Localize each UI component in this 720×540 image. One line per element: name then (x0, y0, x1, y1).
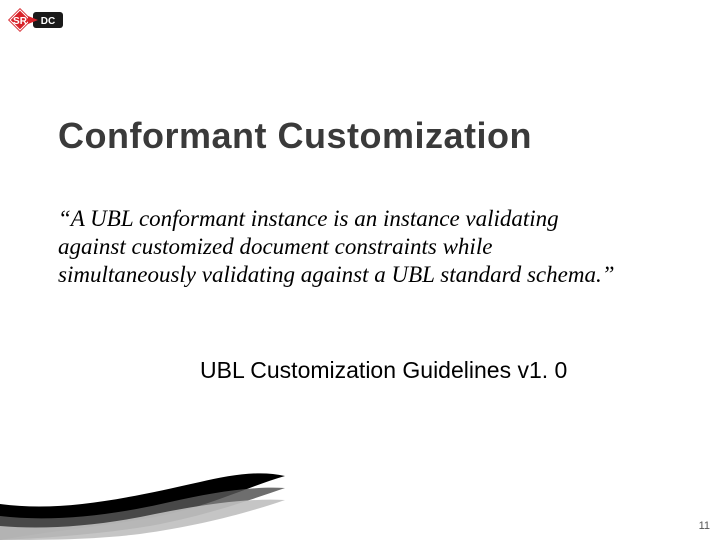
corner-swoosh (0, 460, 285, 540)
srdc-logo: SR DC (6, 6, 66, 40)
svg-text:SR: SR (13, 16, 28, 27)
page-number: 11 (699, 520, 710, 532)
slide-title: Conformant Customization (58, 115, 532, 157)
logo-svg: SR DC (6, 6, 66, 40)
quote-text: “A UBL conformant instance is an instanc… (58, 205, 618, 289)
svg-text:DC: DC (41, 16, 55, 27)
quote-attribution: UBL Customization Guidelines v1. 0 (200, 357, 567, 384)
